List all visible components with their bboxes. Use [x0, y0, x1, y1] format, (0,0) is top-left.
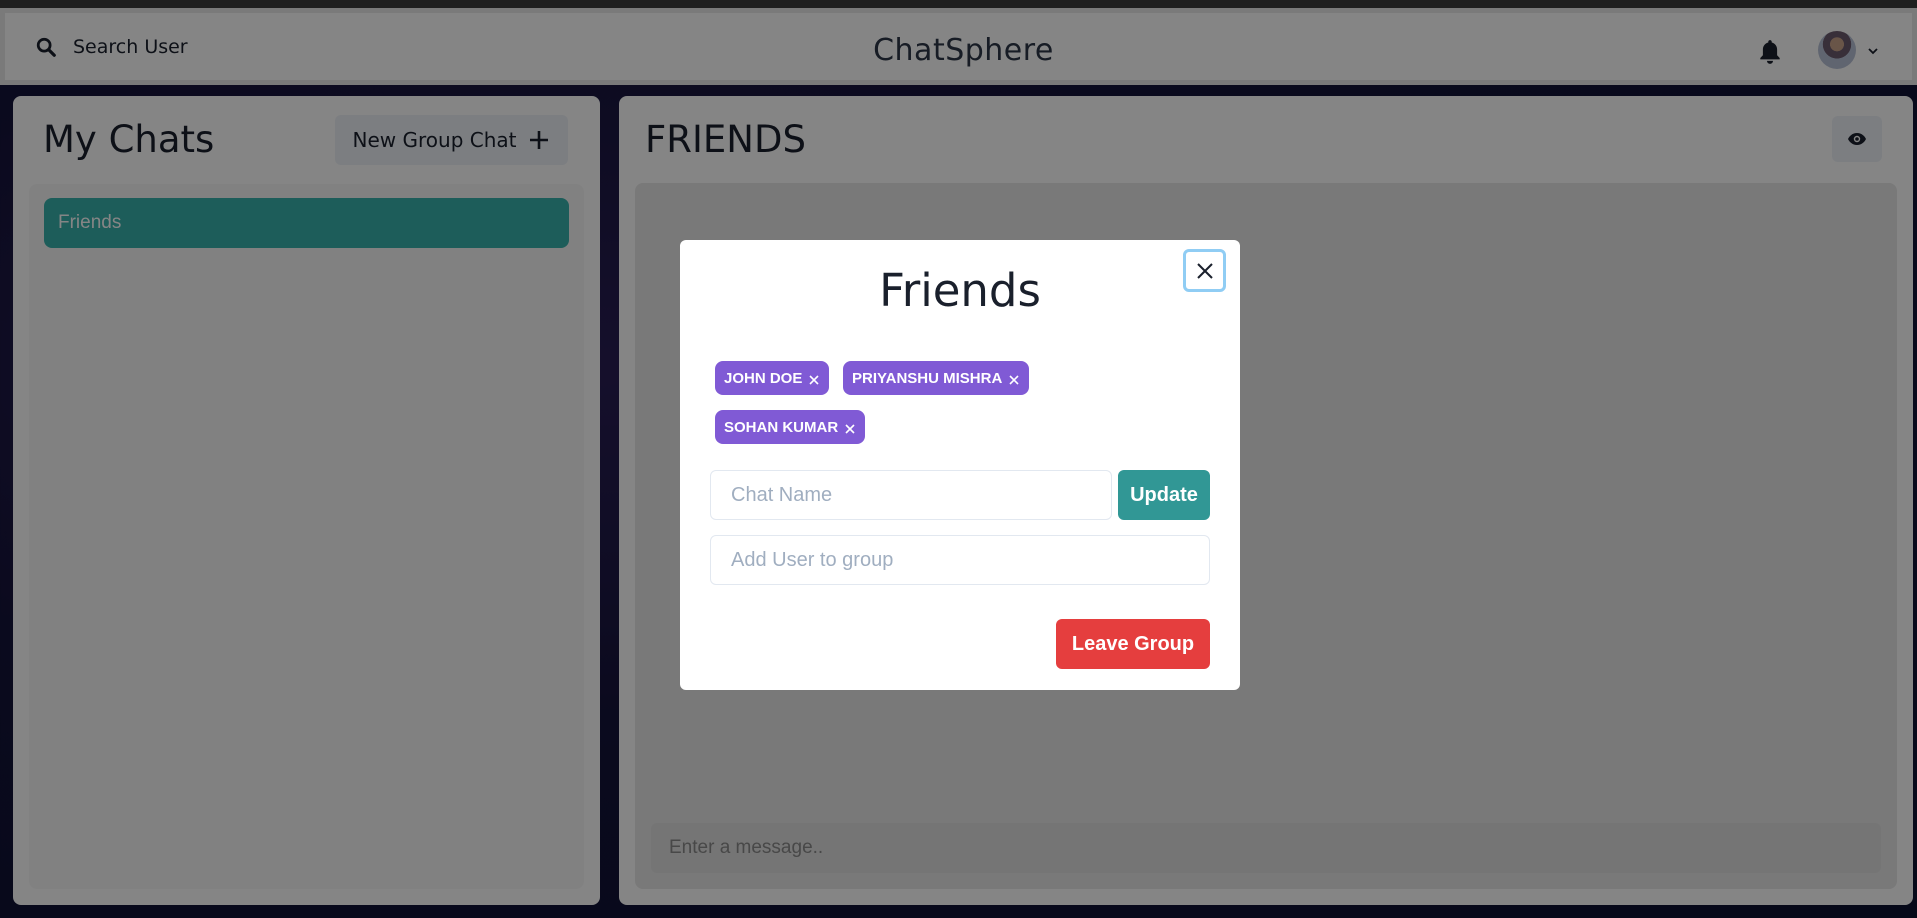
modal-title: Friends [879, 264, 1041, 317]
member-badge-label: JOHN DOE [724, 369, 803, 387]
update-button[interactable]: Update [1118, 470, 1210, 520]
member-badge[interactable]: PRIYANSHU MISHRA [843, 361, 1030, 395]
member-badge[interactable]: SOHAN KUMAR [715, 410, 866, 444]
member-badge-label: SOHAN KUMAR [724, 418, 839, 436]
close-modal-button[interactable] [1183, 249, 1226, 292]
member-badge-label: PRIYANSHU MISHRA [852, 369, 1003, 387]
group-settings-modal: Friends JOHN DOE PRIYANSHU MISHRA SOHAN … [680, 240, 1240, 690]
member-badge[interactable]: JOHN DOE [715, 361, 830, 395]
add-user-input[interactable] [710, 535, 1210, 585]
leave-group-button[interactable]: Leave Group [1056, 619, 1210, 669]
chat-name-input[interactable] [710, 470, 1112, 520]
close-icon [1196, 262, 1213, 279]
remove-member-icon[interactable] [808, 374, 820, 386]
remove-member-icon[interactable] [844, 423, 856, 435]
remove-member-icon[interactable] [1008, 374, 1020, 386]
